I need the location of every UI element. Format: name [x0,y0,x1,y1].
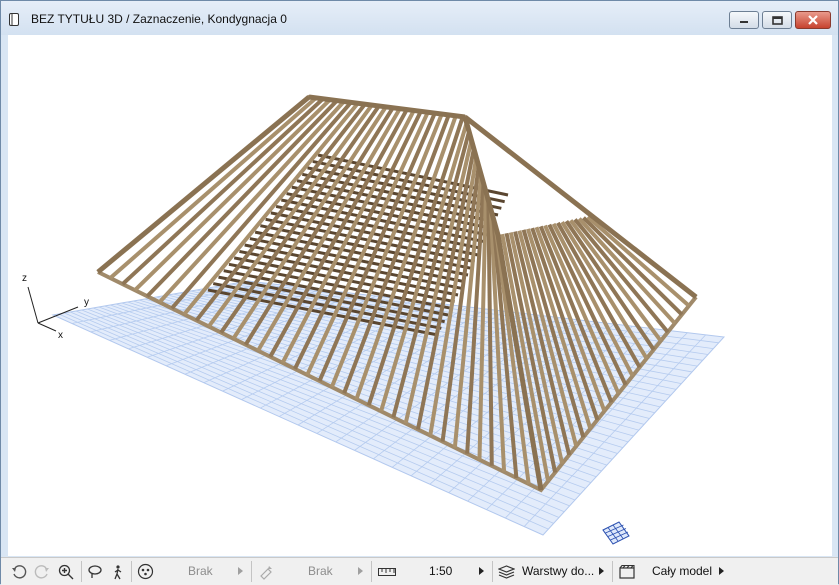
axis-y-label: y [84,297,89,308]
model-dropdown-arrow[interactable] [719,567,724,575]
maximize-icon [771,15,783,25]
orbit-undo-icon[interactable] [11,558,27,585]
layers-dropdown-arrow[interactable] [599,567,604,575]
orbit-redo-icon [34,558,50,585]
grid-toggle-icon[interactable] [602,521,630,545]
scale-dropdown-arrow[interactable] [479,567,484,575]
axis-gizmo: z y x [22,273,89,341]
minimize-button[interactable] [729,11,759,29]
separator [251,561,252,582]
axis-x-label: x [58,330,63,341]
navigator-icon[interactable] [137,558,154,585]
minimize-icon [740,21,748,23]
zoom-in-icon[interactable] [58,558,74,585]
separator [612,561,613,582]
renovation-dropdown-arrow[interactable] [358,567,363,575]
app-window: BEZ TYTUŁU 3D / Zaznaczenie, Kondygnacja… [0,0,839,585]
scale-value[interactable]: 1:50 [429,564,452,578]
separator [131,561,132,582]
lasso-orbit-icon[interactable] [87,558,103,585]
navigator-dropdown-arrow[interactable] [238,567,243,575]
roof-model[interactable]: z y x [8,35,832,556]
axis-z-label: z [22,273,27,284]
separator [81,561,82,582]
close-icon [808,15,818,25]
renovation-filter-icon [258,558,274,585]
title-bar[interactable]: BEZ TYTUŁU 3D / Zaznaczenie, Kondygnacja… [1,1,838,35]
window-icon [9,13,19,26]
separator [492,561,493,582]
3d-viewport[interactable]: z y x [8,35,832,556]
maximize-button[interactable] [762,11,792,29]
close-button[interactable] [795,11,831,29]
model-value[interactable]: Cały model [652,564,712,578]
model-view-icon[interactable] [619,558,635,585]
separator [371,561,372,582]
window-title: BEZ TYTUŁU 3D / Zaznaczenie, Kondygnacja… [31,12,287,26]
layers-icon[interactable] [498,558,515,585]
walk-icon[interactable] [110,558,126,585]
status-bar: Brak Brak 1:50 Warstwy do... Cały model [1,557,838,585]
renovation-value[interactable]: Brak [308,564,333,578]
scale-icon[interactable] [378,558,396,585]
layers-value[interactable]: Warstwy do... [522,564,594,578]
navigator-value[interactable]: Brak [188,564,213,578]
